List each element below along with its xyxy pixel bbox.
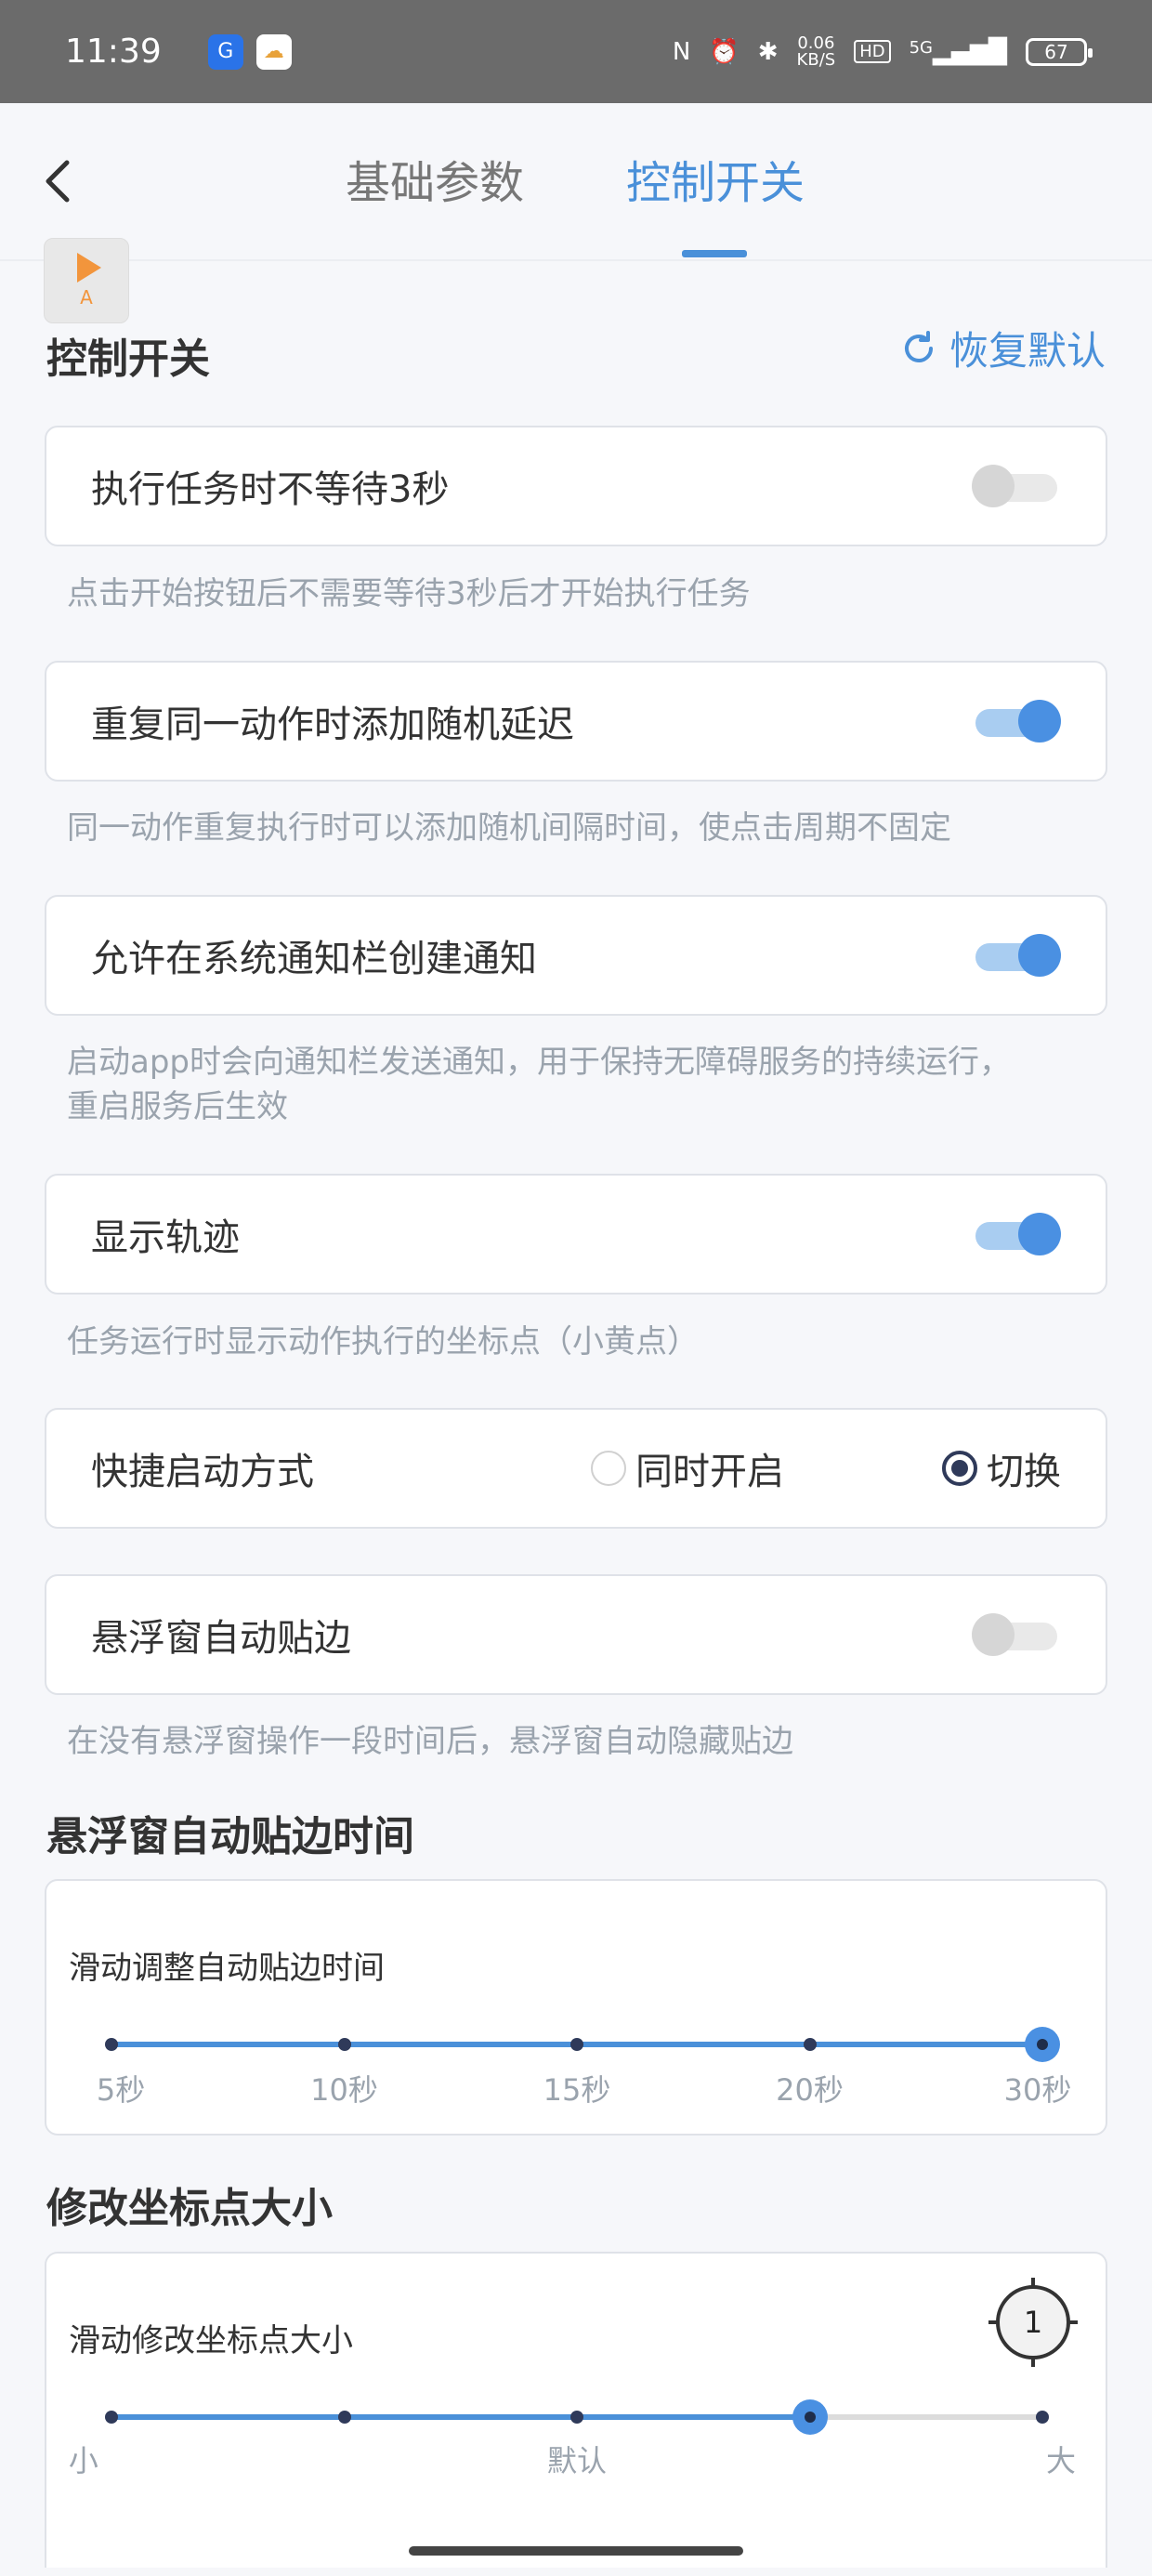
switch-description: 在没有悬浮窗操作一段时间后，悬浮窗自动隐藏贴边	[67, 1723, 793, 1760]
tab-basic-params[interactable]: 基础参数	[346, 146, 524, 211]
slider-tick	[337, 2411, 351, 2424]
section-title-control: 控制开关	[46, 335, 210, 383]
slider-tick	[337, 2038, 351, 2051]
slider-tick	[1036, 2411, 1049, 2424]
slider-tick-label: 30秒	[1003, 2072, 1072, 2108]
edge-time-slider[interactable]	[105, 2027, 1060, 2062]
network-type: 5G	[909, 37, 934, 58]
switch-description: 同一动作重复执行时可以添加随机间隔时间，使点击周期不固定	[67, 809, 951, 847]
radio-option-switch[interactable]: 切换	[942, 1441, 1061, 1495]
slider-tick	[105, 2038, 118, 2051]
tab-active-indicator	[682, 250, 747, 257]
nfc-icon: N	[672, 37, 691, 66]
refresh-icon	[905, 330, 933, 362]
crosshair-icon: 1	[988, 2278, 1078, 2367]
slider-tick-label: 默认	[546, 2443, 608, 2478]
point-size-slider[interactable]	[105, 2399, 1049, 2435]
switch-row-no-wait: 执行任务时不等待3秒	[45, 426, 1107, 546]
radio-option-simultaneous[interactable]: 同时开启	[591, 1441, 784, 1495]
header: 基础参数 控制开关	[0, 103, 1152, 261]
alarm-icon: ⏰	[709, 37, 740, 66]
home-indicator[interactable]	[409, 2546, 743, 2556]
slider-tick-label: 小	[68, 2443, 98, 2478]
quick-start-label: 快捷启动方式	[91, 1451, 314, 1493]
slider-tick	[803, 2038, 817, 2051]
switch-description: 点击开始按钮后不需要等待3秒后才开始执行任务	[67, 575, 751, 612]
point-size-preview: 1	[996, 2285, 1070, 2359]
switch-row-notification: 允许在系统通知栏创建通知	[45, 895, 1107, 1016]
switch-label: 执行任务时不等待3秒	[91, 468, 450, 511]
toggle-notification[interactable]	[972, 934, 1061, 977]
bluetooth-icon: ✱	[757, 37, 779, 66]
net-speed-unit: KB/S	[796, 49, 836, 70]
floating-window-button[interactable]: A	[44, 238, 129, 323]
reset-default-label: 恢复默认	[949, 328, 1106, 374]
slider-tick	[570, 2038, 583, 2051]
switch-label: 悬浮窗自动贴边	[91, 1617, 351, 1660]
battery-level: 67	[1044, 40, 1068, 63]
slider-tick-label: 20秒	[776, 2072, 844, 2108]
quick-start-radio-group: 同时开启 切换	[591, 1441, 1061, 1495]
slider-thumb[interactable]	[792, 2399, 828, 2435]
section-title-edge-time: 悬浮窗自动贴边时间	[46, 1813, 414, 1860]
slider-fill	[111, 2414, 810, 2420]
toggle-random-delay[interactable]	[972, 700, 1061, 743]
net-speed-value: 0.06	[797, 33, 835, 53]
radio-label: 同时开启	[635, 1451, 784, 1493]
toggle-show-track[interactable]	[972, 1213, 1061, 1255]
status-bar: 11:39 G ☁ N ⏰ ✱ 0.06 KB/S HD 5G▂▄▆█ 67	[0, 0, 1152, 103]
slider-tick-label: 10秒	[310, 2072, 378, 2108]
toggle-no-wait[interactable]	[972, 465, 1061, 507]
cloud-app-icon: ☁	[255, 33, 292, 70]
slider-tick-label: 15秒	[543, 2072, 611, 2108]
reset-default-button[interactable]: 恢复默认	[899, 320, 1106, 376]
toggle-auto-edge[interactable]	[972, 1613, 1061, 1656]
signal-icon: 5G▂▄▆█	[909, 37, 1007, 66]
switch-label: 显示轨迹	[91, 1216, 240, 1259]
back-button[interactable]	[35, 151, 80, 211]
switch-description-line: 重启服务后生效	[67, 1088, 288, 1125]
radio-button[interactable]	[591, 1451, 626, 1486]
hd-icon: HD	[854, 40, 891, 63]
switch-description: 启动app时会向通知栏发送通知，用于保持无障碍服务的持续运行， 重启服务后生效	[67, 1040, 1011, 1129]
slider-thumb[interactable]	[1025, 2027, 1060, 2062]
switch-label: 重复同一动作时添加随机延迟	[91, 703, 574, 746]
switch-row-random-delay: 重复同一动作时添加随机延迟	[45, 661, 1107, 782]
slider-title: 滑动调整自动贴边时间	[69, 1950, 385, 1987]
switch-row-auto-edge: 悬浮窗自动贴边	[45, 1574, 1107, 1695]
quick-start-row: 快捷启动方式 同时开启 切换	[45, 1408, 1107, 1529]
status-time: 11:39	[65, 33, 162, 71]
app-notification-icon: G	[207, 33, 243, 70]
slider-tick	[105, 2411, 118, 2424]
play-icon	[77, 253, 101, 283]
switch-label: 允许在系统通知栏创建通知	[91, 938, 537, 980]
edge-time-slider-card: 滑动调整自动贴边时间 5秒 10秒 15秒 20秒 30秒	[45, 1879, 1107, 2136]
point-size-slider-card: 滑动修改坐标点大小 1 小 默认 大	[45, 2252, 1107, 2568]
slider-tick-label: 5秒	[96, 2072, 146, 2108]
radio-label: 切换	[987, 1451, 1061, 1493]
slider-tick	[570, 2411, 583, 2424]
switch-description: 任务运行时显示动作执行的坐标点（小黄点）	[67, 1323, 699, 1360]
tab-control-switches[interactable]: 控制开关	[626, 146, 805, 211]
status-icons: N ⏰ ✱ 0.06 KB/S HD 5G▂▄▆█ 67	[672, 33, 1093, 70]
chevron-left-icon	[46, 160, 70, 203]
radio-button-checked[interactable]	[942, 1451, 977, 1486]
battery-icon: 67	[1026, 37, 1093, 66]
section-title-point-size: 修改坐标点大小	[46, 2185, 333, 2232]
floating-window-label: A	[80, 286, 93, 309]
switch-description-line: 启动app时会向通知栏发送通知，用于保持无障碍服务的持续运行，	[67, 1044, 1011, 1081]
slider-title: 滑动修改坐标点大小	[69, 2322, 353, 2359]
slider-tick-label: 大	[1046, 2443, 1077, 2478]
switch-row-show-track: 显示轨迹	[45, 1174, 1107, 1295]
net-speed: 0.06 KB/S	[796, 33, 836, 70]
